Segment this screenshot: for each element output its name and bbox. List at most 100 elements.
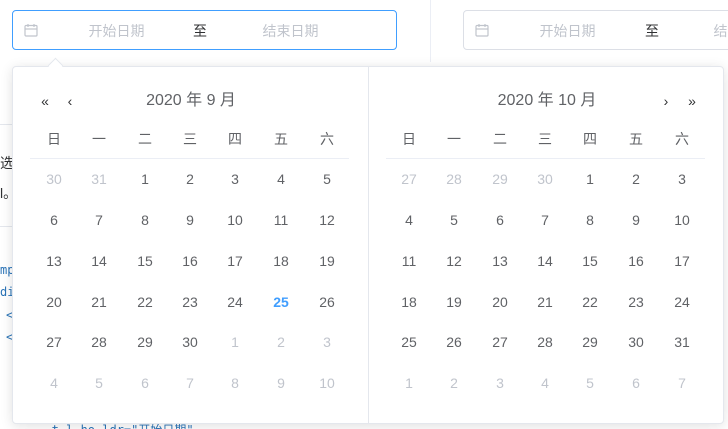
date-cell[interactable]: 7 bbox=[79, 205, 119, 235]
date-cell[interactable]: 5 bbox=[79, 368, 119, 398]
date-cell[interactable]: 2 bbox=[261, 327, 301, 357]
date-cell[interactable]: 25 bbox=[389, 327, 429, 357]
date-cell[interactable]: 9 bbox=[261, 368, 301, 398]
date-cell[interactable]: 6 bbox=[480, 205, 520, 235]
date-cell[interactable]: 19 bbox=[307, 246, 347, 276]
date-cell[interactable]: 31 bbox=[662, 327, 702, 357]
date-cell[interactable]: 9 bbox=[616, 205, 656, 235]
date-cell[interactable]: 4 bbox=[525, 368, 565, 398]
date-cell[interactable]: 7 bbox=[525, 205, 565, 235]
date-cell[interactable]: 29 bbox=[480, 164, 520, 194]
date-cell[interactable]: 18 bbox=[261, 246, 301, 276]
range-separator: 至 bbox=[193, 23, 207, 39]
date-cell[interactable]: 27 bbox=[480, 327, 520, 357]
date-cell[interactable]: 4 bbox=[389, 205, 429, 235]
date-cell[interactable]: 14 bbox=[525, 246, 565, 276]
date-cell[interactable]: 4 bbox=[261, 164, 301, 194]
date-cell[interactable]: 28 bbox=[434, 164, 474, 194]
date-cell[interactable]: 14 bbox=[79, 246, 119, 276]
date-range-editor[interactable]: 至 bbox=[463, 10, 728, 50]
date-cell[interactable]: 22 bbox=[125, 287, 165, 317]
date-cell[interactable]: 15 bbox=[125, 246, 165, 276]
date-cell[interactable]: 12 bbox=[307, 205, 347, 235]
date-cell[interactable]: 27 bbox=[389, 164, 429, 194]
date-cell[interactable]: 6 bbox=[616, 368, 656, 398]
date-cell[interactable]: 28 bbox=[525, 327, 565, 357]
date-cell[interactable]: 11 bbox=[261, 205, 301, 235]
date-cell[interactable]: 1 bbox=[389, 368, 429, 398]
calendar-icon bbox=[24, 23, 38, 37]
date-cell[interactable]: 13 bbox=[34, 246, 74, 276]
date-cell[interactable]: 8 bbox=[215, 368, 255, 398]
date-cell[interactable]: 23 bbox=[616, 287, 656, 317]
date-range-editor[interactable]: 至 bbox=[12, 10, 397, 50]
date-cell[interactable]: 7 bbox=[170, 368, 210, 398]
date-cell[interactable]: 30 bbox=[616, 327, 656, 357]
date-cell[interactable]: 4 bbox=[34, 368, 74, 398]
prev-year-button[interactable]: « bbox=[36, 91, 54, 111]
date-cell[interactable]: 23 bbox=[170, 287, 210, 317]
date-cell[interactable]: 16 bbox=[170, 246, 210, 276]
date-cell[interactable]: 11 bbox=[389, 246, 429, 276]
date-cell[interactable]: 20 bbox=[34, 287, 74, 317]
date-cell[interactable]: 6 bbox=[34, 205, 74, 235]
start-date-input[interactable] bbox=[500, 21, 635, 41]
end-date-input[interactable] bbox=[223, 21, 358, 41]
date-cell[interactable]: 26 bbox=[307, 287, 347, 317]
date-cell[interactable]: 3 bbox=[307, 327, 347, 357]
date-cell[interactable]: 1 bbox=[125, 164, 165, 194]
date-cell[interactable]: 3 bbox=[662, 164, 702, 194]
date-cell[interactable]: 2 bbox=[616, 164, 656, 194]
date-cell[interactable]: 19 bbox=[434, 287, 474, 317]
date-cell[interactable]: 16 bbox=[616, 246, 656, 276]
date-cell[interactable]: 20 bbox=[480, 287, 520, 317]
date-cell[interactable]: 29 bbox=[570, 327, 610, 357]
date-cell[interactable]: 5 bbox=[434, 205, 474, 235]
next-month-button[interactable]: › bbox=[657, 91, 675, 111]
date-cell[interactable]: 8 bbox=[570, 205, 610, 235]
date-cell[interactable]: 3 bbox=[215, 164, 255, 194]
date-cell[interactable]: 21 bbox=[79, 287, 119, 317]
date-cell[interactable]: 1 bbox=[570, 164, 610, 194]
date-cell-today[interactable]: 25 bbox=[261, 287, 301, 317]
date-cell[interactable]: 5 bbox=[307, 164, 347, 194]
end-date-input[interactable] bbox=[674, 21, 728, 41]
date-cell[interactable]: 30 bbox=[170, 327, 210, 357]
date-cell[interactable]: 21 bbox=[525, 287, 565, 317]
date-cell[interactable]: 24 bbox=[215, 287, 255, 317]
date-cell[interactable]: 22 bbox=[570, 287, 610, 317]
date-cell[interactable]: 7 bbox=[662, 368, 702, 398]
date-cell[interactable]: 10 bbox=[307, 368, 347, 398]
date-cell[interactable]: 13 bbox=[480, 246, 520, 276]
date-cell[interactable]: 2 bbox=[434, 368, 474, 398]
start-date-input[interactable] bbox=[49, 21, 184, 41]
date-cell[interactable]: 3 bbox=[480, 368, 520, 398]
date-cell[interactable]: 12 bbox=[434, 246, 474, 276]
date-cell[interactable]: 2 bbox=[170, 164, 210, 194]
date-cell[interactable]: 15 bbox=[570, 246, 610, 276]
date-cell[interactable]: 28 bbox=[79, 327, 119, 357]
prev-month-button[interactable]: ‹ bbox=[61, 91, 79, 111]
date-cell[interactable]: 26 bbox=[434, 327, 474, 357]
date-cell[interactable]: 30 bbox=[34, 164, 74, 194]
next-year-button[interactable]: » bbox=[683, 91, 701, 111]
date-cell[interactable]: 29 bbox=[125, 327, 165, 357]
date-cell[interactable]: 17 bbox=[662, 246, 702, 276]
date-cell[interactable]: 31 bbox=[79, 164, 119, 194]
date-cell[interactable]: 24 bbox=[662, 287, 702, 317]
date-cell[interactable]: 5 bbox=[570, 368, 610, 398]
date-cell[interactable]: 30 bbox=[525, 164, 565, 194]
date-cell[interactable]: 6 bbox=[125, 368, 165, 398]
weekday-label: 四 bbox=[228, 131, 242, 147]
date-cell[interactable]: 1 bbox=[215, 327, 255, 357]
weekday-label: 日 bbox=[47, 131, 61, 147]
date-cell[interactable]: 27 bbox=[34, 327, 74, 357]
date-cell[interactable]: 8 bbox=[125, 205, 165, 235]
weekday-label: 一 bbox=[447, 131, 461, 147]
panel-divider bbox=[368, 67, 369, 423]
date-cell[interactable]: 10 bbox=[662, 205, 702, 235]
date-cell[interactable]: 10 bbox=[215, 205, 255, 235]
date-cell[interactable]: 17 bbox=[215, 246, 255, 276]
date-cell[interactable]: 18 bbox=[389, 287, 429, 317]
date-cell[interactable]: 9 bbox=[170, 205, 210, 235]
